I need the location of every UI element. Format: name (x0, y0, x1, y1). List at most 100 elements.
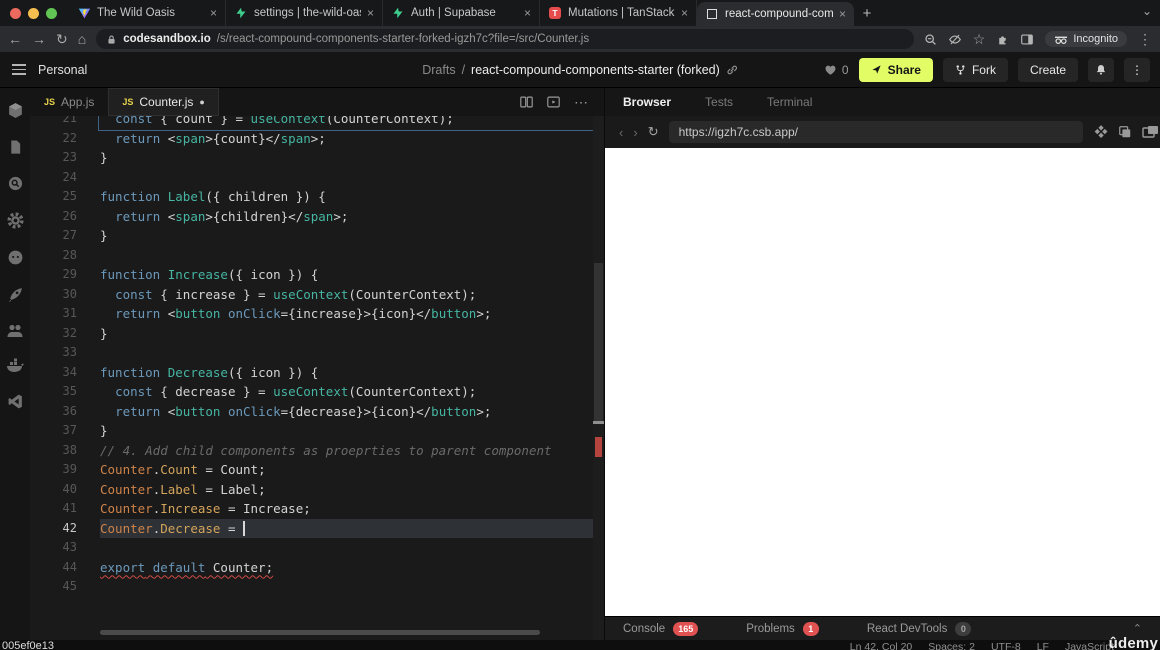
responsive-mode-icon[interactable] (1093, 124, 1108, 140)
deployment-rocket-icon[interactable] (7, 286, 24, 303)
code-line[interactable]: 39 Counter.Count = Count; (30, 460, 604, 480)
preview-url-field[interactable]: https://igzh7c.csb.app/ (668, 121, 1083, 143)
new-tab-button[interactable]: + (854, 0, 880, 26)
back-icon[interactable]: ← (8, 32, 22, 46)
eol-setting[interactable]: LF (1037, 641, 1049, 650)
bookmark-star-icon[interactable]: ☆ (973, 32, 986, 46)
home-icon[interactable]: ⌂ (78, 32, 86, 46)
tab-tests[interactable]: Tests (705, 95, 733, 109)
fork-button[interactable]: Fork (942, 57, 1008, 82)
close-tab-icon[interactable]: × (367, 6, 374, 20)
forward-icon[interactable]: → (32, 32, 46, 46)
code-line[interactable]: 27} (30, 226, 604, 246)
extensions-puzzle-icon[interactable] (996, 33, 1009, 46)
preview-refresh-icon[interactable]: ↻ (648, 124, 659, 140)
code-line[interactable]: 32} (30, 324, 604, 344)
sandbox-cube-icon[interactable] (7, 102, 24, 119)
address-bar[interactable]: codesandbox.io/s/react-compound-componen… (96, 29, 914, 49)
tab-search-caret-icon[interactable]: ⌄ (1142, 4, 1152, 18)
docker-icon[interactable] (6, 358, 24, 373)
vscode-icon[interactable] (7, 393, 24, 410)
search-icon[interactable] (7, 175, 24, 192)
code-line[interactable]: 30 const { increase } = useContext(Count… (30, 285, 604, 305)
code-line[interactable]: 24 (30, 168, 604, 188)
file-explorer-icon[interactable] (8, 139, 23, 155)
code-line[interactable]: 25 function Label({ children }) { (30, 187, 604, 207)
code-line[interactable]: 22 return <span>{count}</span>; (30, 129, 604, 149)
close-window-button[interactable] (10, 7, 21, 19)
console-expand-icon[interactable]: ⌃ (1133, 622, 1142, 635)
header-more-menu[interactable]: ⋮ (1124, 57, 1150, 82)
preview-forward-icon[interactable]: › (633, 125, 637, 140)
browser-tab-wild-oasis[interactable]: The Wild Oasis × (69, 0, 226, 26)
open-new-window-icon[interactable] (1142, 125, 1158, 139)
code-line[interactable]: 40 Counter.Label = Label; (30, 480, 604, 500)
code-editor[interactable]: 21 const { count } = useContext(CounterC… (30, 116, 604, 640)
encoding-setting[interactable]: UTF-8 (991, 641, 1021, 650)
browser-tab-auth-supabase[interactable]: Auth | Supabase × (383, 0, 540, 26)
scrollbar-thumb[interactable] (594, 263, 603, 423)
console-tab[interactable]: Console (623, 623, 665, 635)
breadcrumb-drafts[interactable]: Drafts (422, 63, 455, 77)
preview-iframe[interactable] (605, 148, 1160, 616)
settings-gear-icon[interactable] (6, 212, 24, 229)
code-line[interactable]: 26 return <span>{children}</span>; (30, 207, 604, 227)
tab-terminal[interactable]: Terminal (767, 95, 812, 109)
code-line[interactable]: 42 Counter.Decrease = (30, 518, 604, 538)
browser-tab-settings[interactable]: settings | the-wild-oasis | jona × (226, 0, 383, 26)
code-line[interactable]: 44 export default Counter; (30, 558, 604, 578)
side-panel-icon[interactable] (1020, 33, 1034, 46)
close-tab-icon[interactable]: × (839, 7, 846, 21)
live-collaboration-users-icon[interactable] (6, 323, 24, 338)
tab-browser[interactable]: Browser (623, 95, 671, 109)
notifications-button[interactable] (1088, 57, 1114, 82)
eye-off-icon[interactable] (948, 33, 962, 46)
preview-back-icon[interactable]: ‹ (619, 125, 623, 140)
share-button[interactable]: Share (858, 57, 933, 82)
close-tab-icon[interactable]: × (210, 6, 217, 20)
code-line[interactable]: 31 return <button onClick={increase}>{ic… (30, 304, 604, 324)
zoom-icon[interactable] (924, 33, 937, 46)
language-mode[interactable]: JavaScript (1065, 641, 1114, 650)
open-preview-icon[interactable] (547, 96, 560, 108)
code-line[interactable]: 21 const { count } = useContext(CounterC… (30, 116, 604, 131)
likes[interactable]: 0 (824, 63, 849, 77)
github-icon[interactable] (7, 249, 24, 266)
close-tab-icon[interactable]: × (681, 6, 688, 20)
code-line[interactable]: 33 (30, 343, 604, 363)
code-line[interactable]: 45 (30, 577, 604, 597)
editor-horizontal-scrollbar[interactable] (100, 630, 540, 635)
editor-tab-appjs[interactable]: JS App.js (30, 88, 108, 116)
split-editor-icon[interactable] (520, 96, 533, 108)
project-name[interactable]: react-compound-components-starter (forke… (471, 63, 720, 77)
code-line[interactable]: 37} (30, 421, 604, 441)
code-line[interactable]: 28 (30, 246, 604, 266)
maximize-window-button[interactable] (46, 7, 57, 19)
react-devtools-tab[interactable]: React DevTools (867, 623, 948, 635)
workspace-label[interactable]: Personal (38, 63, 87, 77)
reload-icon[interactable]: ↻ (56, 32, 68, 46)
problems-tab[interactable]: Problems (746, 623, 795, 635)
link-icon[interactable] (726, 64, 738, 76)
code-line[interactable]: 36 return <button onClick={decrease}>{ic… (30, 402, 604, 422)
code-line[interactable]: 34 function Decrease({ icon }) { (30, 363, 604, 383)
code-line[interactable]: 38 // 4. Add child components as proeprti… (30, 441, 604, 461)
editor-vertical-scrollbar[interactable] (593, 116, 604, 640)
editor-tab-counterjs[interactable]: JS Counter.js ● (108, 88, 219, 116)
code-line[interactable]: 29 function Increase({ icon }) { (30, 265, 604, 285)
close-tab-icon[interactable]: × (524, 6, 531, 20)
create-button[interactable]: Create (1017, 57, 1078, 82)
code-line[interactable]: 23} (30, 148, 604, 168)
indentation-setting[interactable]: Spaces: 2 (928, 641, 975, 650)
editor-more-icon[interactable]: ⋯ (574, 94, 588, 111)
code-line[interactable]: 43 (30, 538, 604, 558)
browser-menu-icon[interactable]: ⋮ (1138, 32, 1152, 46)
cursor-position[interactable]: Ln 42, Col 20 (850, 641, 912, 650)
copy-url-icon[interactable] (1118, 125, 1132, 139)
minimize-window-button[interactable] (28, 7, 39, 19)
browser-tab-codesandbox[interactable]: react-compound-components × (697, 2, 854, 26)
code-line[interactable]: 41 Counter.Increase = Increase; (30, 499, 604, 519)
code-line[interactable]: 35 const { decrease } = useContext(Count… (30, 382, 604, 402)
browser-tab-tanstack[interactable]: T Mutations | TanStack Query Do × (540, 0, 697, 26)
menu-hamburger-icon[interactable] (12, 64, 26, 75)
